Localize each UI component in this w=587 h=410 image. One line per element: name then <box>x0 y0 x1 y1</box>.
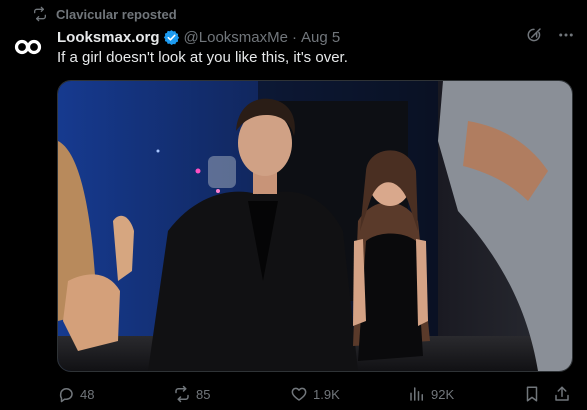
reply-icon <box>57 385 75 403</box>
reply-count: 48 <box>80 386 95 402</box>
header-separator: · <box>291 28 297 46</box>
share-icon <box>553 385 571 403</box>
like-count: 1.9K <box>313 386 340 402</box>
views-count: 92K <box>431 386 455 402</box>
repost-button[interactable]: 85 <box>173 382 210 406</box>
post-text: If a girl doesn't look at you like this,… <box>57 49 348 66</box>
repost-indicator-label: Clavicular reposted <box>56 6 177 22</box>
looksmax-logo-icon <box>14 39 42 60</box>
share-button[interactable] <box>553 382 571 406</box>
post-header: Looksmax.org @LooksmaxMe · Aug 5 <box>57 27 340 47</box>
avatar[interactable] <box>9 30 47 68</box>
author-name[interactable]: Looksmax.org <box>57 29 160 46</box>
post-top-actions <box>525 26 575 44</box>
author-handle[interactable]: @LooksmaxMe <box>184 29 288 46</box>
verified-badge-icon[interactable] <box>163 29 180 46</box>
like-button[interactable]: 1.9K <box>290 382 340 406</box>
more-options-icon[interactable] <box>557 26 575 44</box>
post-date[interactable]: Aug 5 <box>301 29 340 46</box>
post-media[interactable] <box>57 80 573 372</box>
views-icon <box>408 385 426 403</box>
repost-count: 85 <box>196 386 211 402</box>
post-media-image <box>58 81 572 371</box>
views-button[interactable]: 92K <box>408 382 454 406</box>
repost-icon <box>173 385 191 403</box>
bookmark-icon <box>523 385 541 403</box>
reply-button[interactable]: 48 <box>57 382 94 406</box>
repost-indicator[interactable]: Clavicular reposted <box>32 5 177 23</box>
grok-icon[interactable] <box>525 26 543 44</box>
bookmark-button[interactable] <box>523 382 541 406</box>
post-action-bar: 48 85 1.9K 92K <box>57 382 573 406</box>
repost-indicator-icon <box>32 6 48 22</box>
like-icon <box>290 385 308 403</box>
